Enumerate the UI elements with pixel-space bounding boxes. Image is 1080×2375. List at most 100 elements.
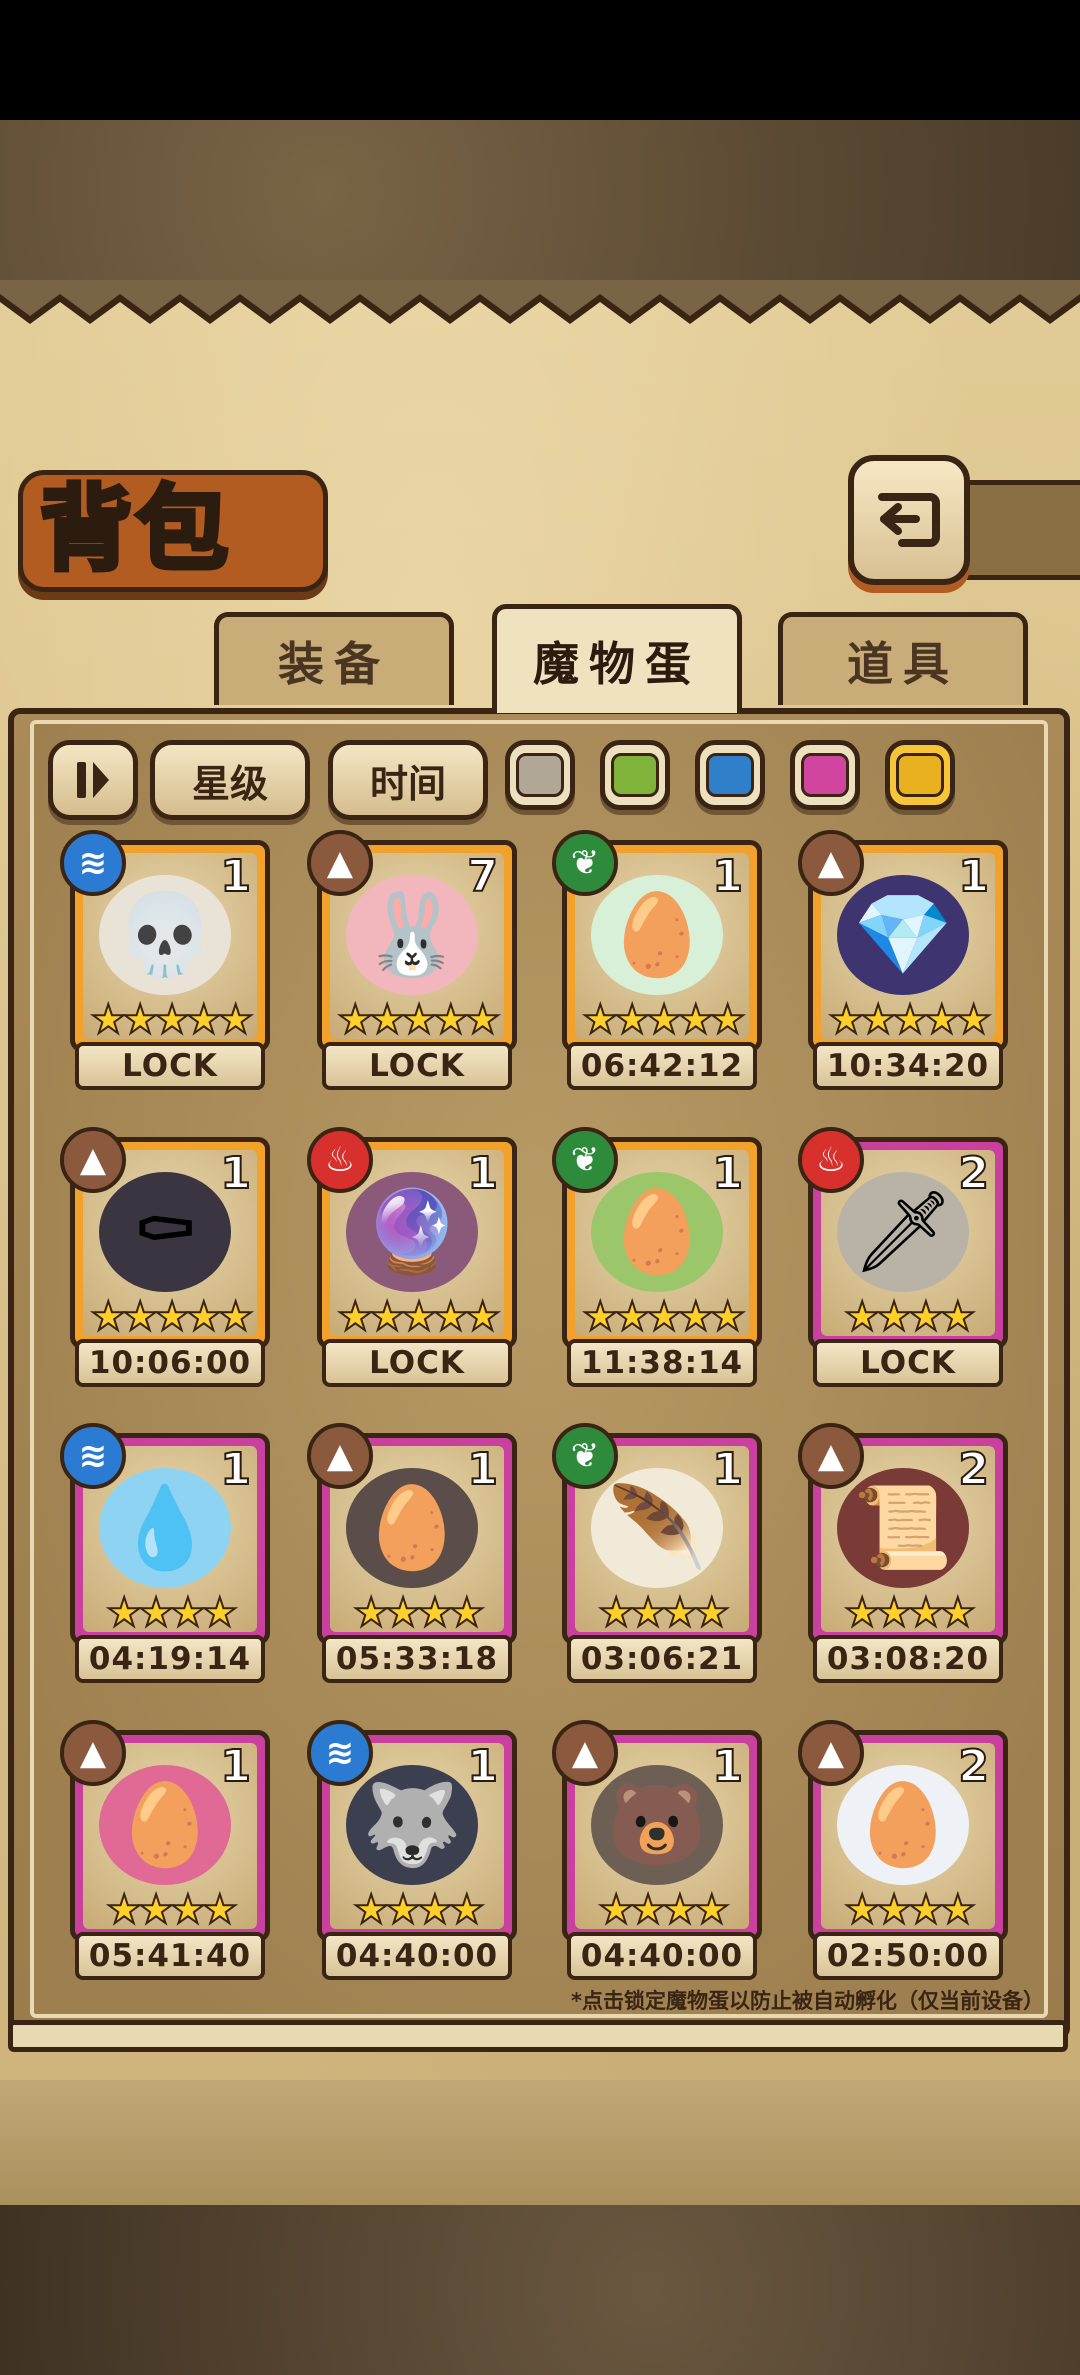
- star-rating: ★★★★★: [89, 1293, 254, 1341]
- filter-green[interactable]: [600, 740, 670, 810]
- gold-chip: [896, 753, 944, 797]
- lock-button[interactable]: LOCK: [813, 1339, 1003, 1387]
- earth-element-icon: ▲: [798, 1720, 864, 1786]
- egg-count: 1: [219, 1740, 252, 1793]
- map-header-background: [0, 120, 1080, 295]
- egg-count: 1: [219, 1443, 252, 1496]
- hatch-timer[interactable]: 04:40:00: [567, 1932, 757, 1980]
- filter-gold[interactable]: [885, 740, 955, 810]
- tab-items[interactable]: 道具: [778, 612, 1028, 705]
- hatch-timer[interactable]: 03:06:21: [567, 1635, 757, 1683]
- star-rating: ★★★★★: [827, 996, 992, 1044]
- egg-count: 2: [957, 1443, 990, 1496]
- egg-count: 1: [711, 1740, 744, 1793]
- egg-count: 1: [219, 850, 252, 903]
- grass-element-icon: ❦: [552, 1127, 618, 1193]
- star-rating: ★★★★★: [581, 996, 746, 1044]
- feather-egg-icon: 🪶: [591, 1468, 723, 1588]
- tab-label: 道具: [847, 637, 959, 691]
- star-rating: ★★★★: [105, 1886, 238, 1934]
- hatch-timer[interactable]: 10:34:20: [813, 1042, 1003, 1090]
- fire-element-icon: ♨: [307, 1127, 373, 1193]
- star-rating: ★★★★: [843, 1886, 976, 1934]
- tab-label: 魔物蛋: [533, 637, 701, 691]
- fire-element-icon: ♨: [798, 1127, 864, 1193]
- gray-chip: [516, 753, 564, 797]
- orb-icon: 🔮: [346, 1172, 478, 1292]
- pink-chip: [801, 753, 849, 797]
- tab-monster-eggs[interactable]: 魔物蛋: [492, 604, 742, 713]
- grass-element-icon: ❦: [552, 1423, 618, 1489]
- dark-egg-icon: 🥚: [346, 1468, 478, 1588]
- sort-by-time-button[interactable]: 时间: [328, 740, 488, 820]
- star-rating: ★★★★: [352, 1589, 485, 1637]
- egg-count: 1: [466, 1740, 499, 1793]
- blue-chip: [706, 753, 754, 797]
- grass-element-icon: ❦: [552, 830, 618, 896]
- hatch-timer[interactable]: 03:08:20: [813, 1635, 1003, 1683]
- earth-element-icon: ▲: [307, 830, 373, 896]
- filter-blue[interactable]: [695, 740, 765, 810]
- hatch-timer[interactable]: 11:38:14: [567, 1339, 757, 1387]
- bunny-icon: 🐰: [346, 875, 478, 995]
- earth-element-icon: ▲: [798, 1423, 864, 1489]
- sort-by-star-button[interactable]: 星级: [150, 740, 310, 820]
- skull-icon: 💀: [99, 875, 231, 995]
- bottom-rail: [8, 2020, 1068, 2052]
- earth-element-icon: ▲: [307, 1423, 373, 1489]
- pause-sort-icon: [77, 762, 109, 798]
- earth-element-icon: ▲: [552, 1720, 618, 1786]
- green-chip: [611, 753, 659, 797]
- star-rating: ★★★★: [843, 1293, 976, 1341]
- egg-count: 1: [711, 850, 744, 903]
- egg-count: 1: [466, 1443, 499, 1496]
- page-title: 背包: [37, 473, 233, 586]
- water-egg-icon: 💧: [99, 1468, 231, 1588]
- sort-order-button[interactable]: [48, 740, 138, 820]
- water-element-icon: ≋: [60, 830, 126, 896]
- tab-label: 装备: [278, 637, 390, 691]
- crystal-icon: 💎: [837, 875, 969, 995]
- star-rating: ★★★★: [597, 1589, 730, 1637]
- hatch-timer[interactable]: 10:06:00: [75, 1339, 265, 1387]
- egg-count: 1: [219, 1147, 252, 1200]
- earth-element-icon: ▲: [798, 830, 864, 896]
- egg-count: 1: [957, 850, 990, 903]
- lock-button[interactable]: LOCK: [322, 1339, 512, 1387]
- map-footer-background: [0, 2205, 1080, 2375]
- lock-hint: *点击锁定魔物蛋以防止被自动孵化（仅当前设备）: [571, 1989, 1044, 2013]
- hatch-timer[interactable]: 05:33:18: [322, 1635, 512, 1683]
- anubis-icon: 🐺: [346, 1765, 478, 1885]
- coffin-icon: ⚰: [99, 1172, 231, 1292]
- hatch-timer[interactable]: 06:42:12: [567, 1042, 757, 1090]
- egg-count: 1: [711, 1443, 744, 1496]
- star-rating: ★★★★: [843, 1589, 976, 1637]
- leaf-egg-icon: 🥚: [591, 875, 723, 995]
- green-egg-icon: 🥚: [591, 1172, 723, 1292]
- water-element-icon: ≋: [307, 1720, 373, 1786]
- water-element-icon: ≋: [60, 1423, 126, 1489]
- star-rating: ★★★★: [597, 1886, 730, 1934]
- lock-button[interactable]: LOCK: [322, 1042, 512, 1090]
- dagger-icon: 🗡: [837, 1172, 969, 1292]
- bottom-band: [0, 2080, 1080, 2210]
- earth-element-icon: ▲: [60, 1720, 126, 1786]
- filter-pink[interactable]: [790, 740, 860, 810]
- back-button[interactable]: [848, 455, 970, 585]
- star-rating: ★★★★★: [89, 996, 254, 1044]
- scroll-icon: 📜: [837, 1468, 969, 1588]
- zigzag-edge: [0, 280, 1080, 324]
- hatch-timer[interactable]: 02:50:00: [813, 1932, 1003, 1980]
- hatch-timer[interactable]: 05:41:40: [75, 1932, 265, 1980]
- hatch-timer[interactable]: 04:40:00: [322, 1932, 512, 1980]
- star-rating: ★★★★: [352, 1886, 485, 1934]
- back-arrow-icon: [878, 493, 940, 547]
- tab-equipment[interactable]: 装备: [214, 612, 454, 705]
- hatch-timer[interactable]: 04:19:14: [75, 1635, 265, 1683]
- filter-gray[interactable]: [505, 740, 575, 810]
- thorn-egg-icon: 🥚: [99, 1765, 231, 1885]
- star-rating: ★★★★: [105, 1589, 238, 1637]
- egg-count: 1: [711, 1147, 744, 1200]
- lock-button[interactable]: LOCK: [75, 1042, 265, 1090]
- egg-count: 2: [957, 1740, 990, 1793]
